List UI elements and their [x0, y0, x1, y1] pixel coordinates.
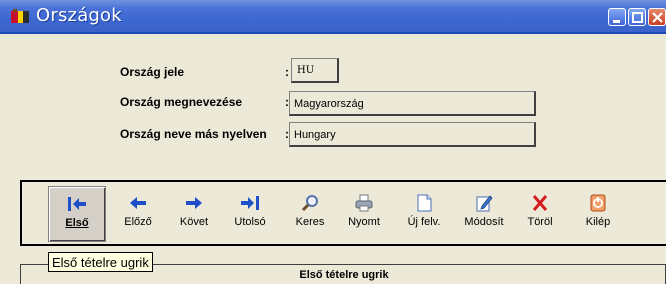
search-label: Keres [295, 216, 325, 228]
edit-icon [476, 195, 493, 212]
country-name-field[interactable]: Magyarország [289, 91, 536, 116]
first-record-label: Első [65, 217, 89, 229]
colon: : [285, 65, 289, 79]
search-icon [301, 195, 318, 212]
maximize-icon [632, 12, 643, 23]
first-record-button[interactable]: Első [48, 186, 106, 242]
country-other-name-label: Ország neve más nyelven [120, 127, 267, 141]
title-bar[interactable]: Országok [0, 0, 666, 34]
maximize-button[interactable] [628, 8, 646, 26]
tooltip: Első tételre ugrik [48, 252, 153, 272]
last-record-label: Utolsó [234, 216, 266, 228]
minimize-icon [613, 20, 620, 23]
country-name-label: Ország megnevezése [120, 95, 243, 109]
country-form: Ország jele : HU Ország megnevezése : Ma… [0, 36, 666, 176]
delete-label: Töröl [527, 216, 553, 228]
country-code-field[interactable]: HU [291, 58, 339, 83]
edit-button[interactable]: Módosít [456, 186, 512, 242]
next-record-button[interactable]: Követ [170, 186, 218, 242]
close-icon [652, 12, 663, 23]
countries-window: Országok Ország jele : HU Ország megneve… [0, 0, 666, 284]
first-record-icon [68, 197, 86, 211]
delete-icon [532, 195, 548, 211]
next-record-label: Követ [179, 216, 209, 228]
print-label: Nyomt [348, 216, 380, 228]
country-other-name-field[interactable]: Hungary [289, 122, 536, 147]
app-icon [10, 8, 30, 26]
last-record-button[interactable]: Utolsó [226, 186, 274, 242]
close-button[interactable] [648, 8, 666, 26]
previous-record-icon [130, 197, 146, 209]
country-code-label: Ország jele [120, 65, 185, 79]
last-record-icon [241, 196, 259, 210]
print-icon [355, 194, 373, 212]
next-record-icon [186, 197, 202, 209]
previous-record-label: Előző [124, 216, 152, 228]
minimize-button[interactable] [608, 8, 626, 26]
previous-record-button[interactable]: Előző [116, 186, 160, 242]
new-record-label: Új felv. [407, 216, 441, 228]
new-record-icon [417, 194, 432, 212]
delete-button[interactable]: Töröl [518, 186, 562, 242]
print-button[interactable]: Nyomt [340, 186, 388, 242]
exit-icon [590, 194, 606, 212]
new-record-button[interactable]: Új felv. [398, 186, 450, 242]
search-button[interactable]: Keres [288, 186, 332, 242]
exit-label: Kilép [585, 216, 611, 228]
edit-label: Módosít [464, 216, 504, 228]
exit-button[interactable]: Kilép [576, 186, 620, 242]
window-title: Országok [36, 5, 122, 26]
